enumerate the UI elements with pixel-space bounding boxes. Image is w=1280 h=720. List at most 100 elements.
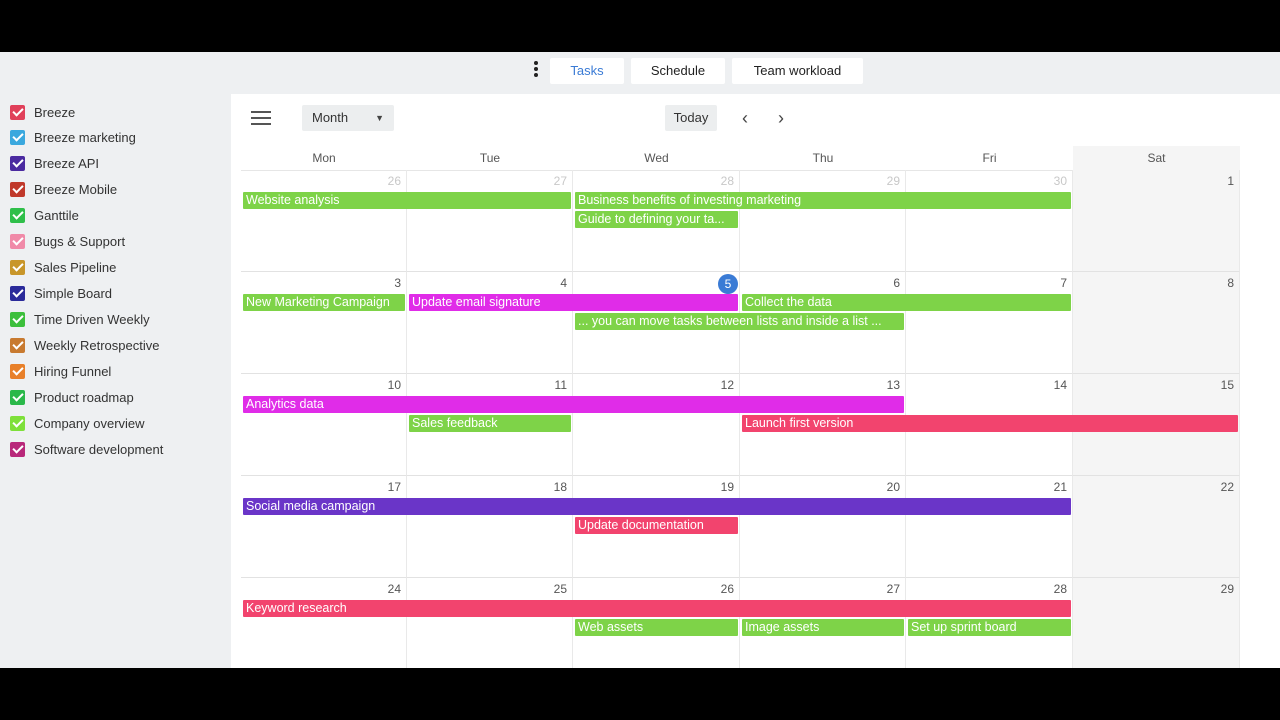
event-bar[interactable]: Keyword research <box>243 600 1071 617</box>
project-label: Software development <box>34 441 164 457</box>
project-item[interactable]: Breeze Mobile <box>10 180 117 200</box>
day-cell[interactable]: 24 <box>241 578 407 668</box>
day-cell[interactable]: 25 <box>407 578 573 668</box>
checkbox-icon[interactable] <box>10 234 25 250</box>
project-label: Breeze <box>34 104 76 120</box>
day-cell[interactable]: 29 <box>740 170 906 272</box>
project-item[interactable]: Breeze <box>10 102 75 122</box>
day-number: 6 <box>893 276 900 290</box>
project-label: Company overview <box>34 415 145 431</box>
event-bar[interactable]: Image assets <box>742 619 904 636</box>
project-item[interactable]: Breeze marketing <box>10 128 136 148</box>
day-cell[interactable]: 26 <box>241 170 407 272</box>
day-number: 24 <box>387 582 401 596</box>
day-number: 21 <box>1053 480 1067 494</box>
project-label: Sales Pipeline <box>34 260 117 276</box>
day-cell[interactable]: 7 <box>906 272 1073 374</box>
day-cell[interactable]: 12 <box>573 374 740 476</box>
project-item[interactable]: Simple Board <box>10 284 112 304</box>
project-label: Time Driven Weekly <box>34 312 150 328</box>
event-bar[interactable]: Website analysis <box>243 192 571 209</box>
caret-down-icon: ▼ <box>375 113 384 123</box>
weekday-header: Sat <box>1073 146 1240 171</box>
event-bar[interactable]: Sales feedback <box>409 415 571 432</box>
event-bar[interactable]: Set up sprint board <box>908 619 1071 636</box>
day-cell[interactable]: 27 <box>407 170 573 272</box>
project-item[interactable]: Time Driven Weekly <box>10 310 150 330</box>
checkbox-icon[interactable] <box>10 441 25 457</box>
project-label: Product roadmap <box>34 389 134 405</box>
project-item[interactable]: Bugs & Support <box>10 232 125 252</box>
checkbox-icon[interactable] <box>10 130 25 146</box>
day-cell[interactable]: 29 <box>1073 578 1240 668</box>
event-bar[interactable]: New Marketing Campaign <box>243 294 405 311</box>
day-number: 8 <box>1227 276 1234 290</box>
day-number: 18 <box>553 480 567 494</box>
day-cell[interactable]: 10 <box>241 374 407 476</box>
day-cell[interactable]: 22 <box>1073 476 1240 578</box>
checkbox-icon[interactable] <box>10 338 25 354</box>
checkbox-icon[interactable] <box>10 389 25 405</box>
checkbox-icon[interactable] <box>10 364 25 379</box>
day-number: 20 <box>886 480 900 494</box>
project-item[interactable]: Ganttile <box>10 206 79 226</box>
event-bar[interactable]: Analytics data <box>243 396 904 413</box>
day-cell[interactable]: 1 <box>1073 170 1240 272</box>
chevron-left-icon[interactable]: ‹ <box>735 108 755 128</box>
day-cell[interactable]: 30 <box>906 170 1073 272</box>
day-number: 29 <box>886 174 900 188</box>
project-item[interactable]: Product roadmap <box>10 387 134 407</box>
event-bar[interactable]: ... you can move tasks between lists and… <box>575 313 904 330</box>
event-bar[interactable]: Launch first version <box>742 415 1238 432</box>
view-select[interactable]: Month ▼ <box>302 105 394 131</box>
checkbox-icon[interactable] <box>10 104 25 120</box>
vertical-dots-icon[interactable] <box>531 61 541 81</box>
day-cell[interactable]: 18 <box>407 476 573 578</box>
event-bar[interactable]: Web assets <box>575 619 738 636</box>
view-select-value: Month <box>312 110 349 125</box>
weekday-header: Tue <box>407 146 573 171</box>
checkbox-icon[interactable] <box>10 286 25 302</box>
checkbox-icon[interactable] <box>10 260 25 276</box>
day-cell[interactable]: 20 <box>740 476 906 578</box>
project-item[interactable]: Software development <box>10 439 163 459</box>
day-cell[interactable]: 4 <box>407 272 573 374</box>
checkbox-icon[interactable] <box>10 182 25 198</box>
tab-team-workload[interactable]: Team workload <box>732 58 863 84</box>
tab-schedule[interactable]: Schedule <box>631 58 725 84</box>
event-bar[interactable]: Social media campaign <box>243 498 1071 515</box>
chevron-right-icon[interactable]: › <box>771 108 791 128</box>
project-item[interactable]: Sales Pipeline <box>10 258 116 278</box>
view-switcher-bar: Tasks Schedule Team workload <box>0 52 1280 94</box>
project-item[interactable]: Weekly Retrospective <box>10 336 159 356</box>
day-cell[interactable]: 17 <box>241 476 407 578</box>
day-cell[interactable]: 8 <box>1073 272 1240 374</box>
project-item[interactable]: Company overview <box>10 413 145 433</box>
hamburger-icon[interactable] <box>251 111 271 125</box>
checkbox-icon[interactable] <box>10 415 25 431</box>
event-bar[interactable]: Update documentation <box>575 517 738 534</box>
checkbox-icon[interactable] <box>10 156 25 172</box>
event-bar[interactable]: Guide to defining your ta... <box>575 211 738 228</box>
day-number: 27 <box>553 174 567 188</box>
day-number: 11 <box>554 378 567 392</box>
project-item[interactable]: Hiring Funnel <box>10 362 111 382</box>
today-badge: 5 <box>718 274 738 294</box>
project-list: Breeze Breeze marketing Breeze API Breeze M… <box>0 94 230 668</box>
project-item[interactable]: Breeze API <box>10 154 99 174</box>
app-window: Tasks Schedule Team workload Breeze Breez… <box>0 52 1280 668</box>
event-bar[interactable]: Business benefits of investing marketing <box>575 192 1071 209</box>
day-number: 7 <box>1060 276 1067 290</box>
day-number: 15 <box>1220 378 1234 392</box>
event-bar[interactable]: Collect the data <box>742 294 1071 311</box>
day-cell[interactable]: 3 <box>241 272 407 374</box>
checkbox-icon[interactable] <box>10 208 25 224</box>
event-bar[interactable]: Update email signature <box>409 294 738 311</box>
weekday-header: Mon <box>241 146 407 171</box>
tab-tasks[interactable]: Tasks <box>550 58 624 84</box>
day-cell[interactable]: 21 <box>906 476 1073 578</box>
day-number: 26 <box>720 582 734 596</box>
day-number: 10 <box>387 378 401 392</box>
checkbox-icon[interactable] <box>10 312 25 328</box>
today-button[interactable]: Today <box>665 105 717 131</box>
